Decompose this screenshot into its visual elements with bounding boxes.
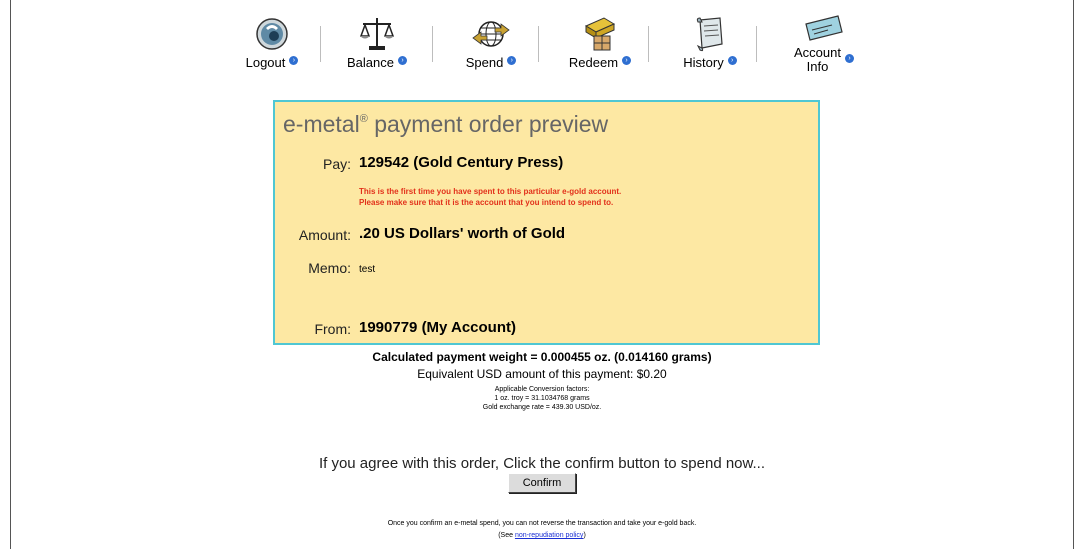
nav-spend-label: Spend bbox=[465, 55, 504, 70]
nav-redeem-label: Redeem bbox=[568, 55, 619, 70]
nav-redeem[interactable]: Redeem › bbox=[558, 14, 642, 84]
policy-note-suffix: ) bbox=[583, 532, 586, 539]
from-label: From: bbox=[314, 321, 351, 337]
conversion-factors: Applicable Conversion factors: 1 oz. tro… bbox=[0, 385, 1084, 412]
confirm-button-wrap: Confirm bbox=[0, 473, 1084, 493]
from-value: 1990779 (My Account) bbox=[359, 319, 517, 336]
nav-account-info-label-line1: Account bbox=[794, 45, 841, 60]
conversion-line-2: Gold exchange rate = 439.30 USD/oz. bbox=[482, 404, 602, 411]
nav-balance-label: Balance bbox=[347, 55, 394, 70]
equivalent-usd: Equivalent USD amount of this payment: $… bbox=[417, 367, 667, 381]
spend-globe-icon bbox=[472, 21, 510, 47]
conversion-title: Applicable Conversion factors: bbox=[494, 386, 590, 393]
nav-history[interactable]: History › bbox=[670, 14, 750, 84]
main-nav: Logout › Balance › Spend › Redeem › Hist… bbox=[236, 14, 876, 84]
nav-history-label: History bbox=[683, 55, 724, 70]
nav-divider bbox=[432, 26, 433, 62]
nav-account-info-label-line2: Info bbox=[806, 59, 829, 74]
pay-value: 129542 (Gold Century Press) bbox=[359, 154, 564, 171]
policy-note-prefix: (See bbox=[498, 532, 515, 539]
redeem-gold-bar-icon bbox=[584, 17, 616, 51]
confirm-prompt: If you agree with this order, Click the … bbox=[318, 455, 766, 472]
memo-label: Memo: bbox=[308, 260, 351, 276]
nav-divider bbox=[320, 26, 321, 62]
logout-icon bbox=[256, 18, 288, 50]
nav-divider bbox=[538, 26, 539, 62]
memo-value: test bbox=[359, 264, 376, 275]
chevron-right-icon: › bbox=[397, 56, 407, 65]
nav-account-info[interactable]: Account Info › bbox=[776, 14, 872, 84]
calculated-weight: Calculated payment weight = 0.000455 oz.… bbox=[372, 350, 712, 364]
amount-value: .20 US Dollars' worth of Gold bbox=[359, 225, 566, 242]
chevron-right-icon: › bbox=[727, 56, 737, 65]
panel-title-suffix: payment order preview bbox=[367, 111, 609, 137]
account-card-icon bbox=[805, 15, 843, 41]
first-spend-warning: This is the first time you have spent to… bbox=[359, 186, 621, 208]
nav-logout-label: Logout bbox=[245, 55, 286, 70]
chevron-right-icon: › bbox=[507, 56, 517, 65]
warning-line-1: This is the first time you have spent to… bbox=[359, 187, 622, 196]
panel-title: e-metal® payment order preview bbox=[283, 111, 608, 138]
non-repudiation-policy-link[interactable]: non-repudiation policy bbox=[515, 532, 584, 539]
nav-divider bbox=[756, 26, 757, 62]
amount-label: Amount: bbox=[298, 227, 351, 243]
irreversible-notice: Once you confirm an e-metal spend, you c… bbox=[387, 520, 697, 527]
registered-mark: ® bbox=[359, 113, 368, 125]
pay-label: Pay: bbox=[322, 156, 351, 172]
confirm-button[interactable]: Confirm bbox=[507, 473, 577, 493]
payment-preview-panel: e-metal® payment order preview Pay: 1295… bbox=[273, 100, 820, 345]
history-scroll-icon bbox=[696, 17, 723, 52]
nav-account-info-label: Account Info bbox=[794, 46, 841, 74]
panel-title-prefix: e-metal bbox=[283, 111, 360, 137]
nav-divider bbox=[648, 26, 649, 62]
warning-line-2: Please make sure that it is the account … bbox=[359, 198, 614, 207]
conversion-line-1: 1 oz. troy = 31.1034768 grams bbox=[494, 395, 590, 402]
balance-scale-icon bbox=[359, 18, 395, 50]
chevron-right-icon: › bbox=[622, 56, 632, 65]
chevron-right-icon: › bbox=[289, 56, 299, 65]
nav-spend[interactable]: Spend › bbox=[450, 14, 532, 84]
nav-balance[interactable]: Balance › bbox=[336, 14, 418, 84]
nav-logout[interactable]: Logout › bbox=[236, 14, 308, 84]
policy-note: (See non-repudiation policy) bbox=[0, 532, 1084, 539]
chevron-right-icon: › bbox=[844, 54, 854, 63]
